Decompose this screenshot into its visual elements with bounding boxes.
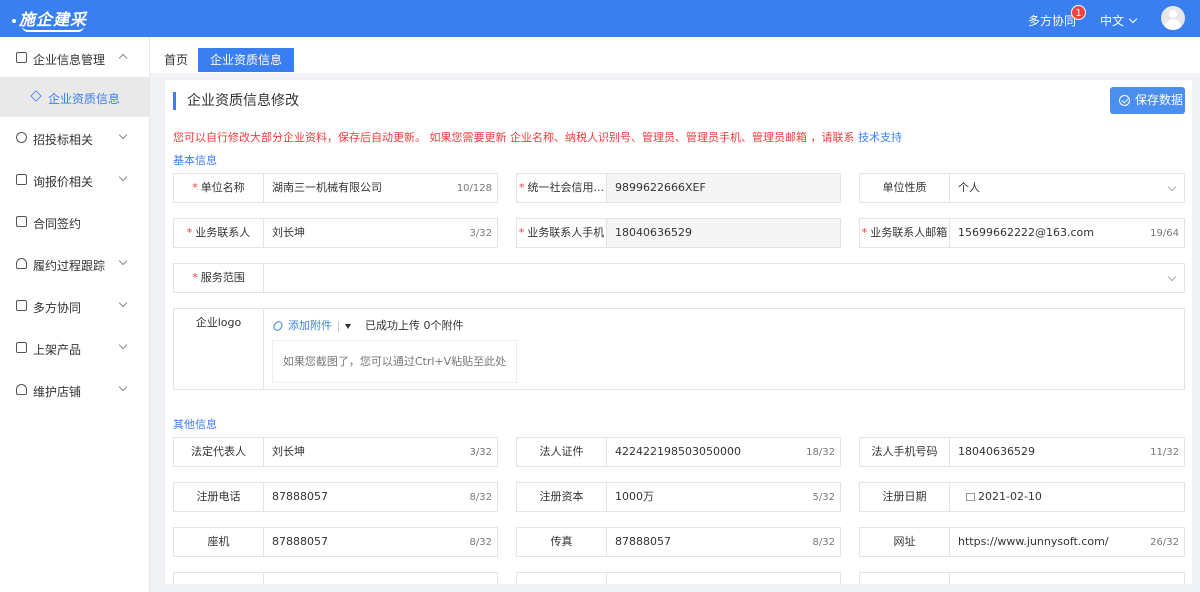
sidebar-item-shop[interactable]: 维护店铺	[0, 369, 150, 411]
partial-field[interactable]	[516, 572, 841, 584]
unit-type-select[interactable]: 单位性质 个人	[859, 173, 1185, 203]
caret-down-icon[interactable]	[345, 323, 351, 329]
page-title: 企业资质信息修改	[173, 92, 299, 110]
legal-rep-field[interactable]: 法定代表人 刘长坤 3/32	[173, 437, 498, 467]
quote-icon	[16, 174, 27, 185]
language-selector[interactable]: 中文	[1100, 12, 1138, 29]
tab-bar: 首页 企业资质信息	[150, 37, 1200, 73]
contact-email-field[interactable]: * 业务联系人邮箱 15699662222@163.com 19/64	[859, 218, 1185, 248]
add-attachment-button[interactable]: 添加附件	[288, 319, 332, 332]
reg-phone-field[interactable]: 注册电话 87888057 8/32	[173, 482, 498, 512]
user-avatar[interactable]	[1161, 6, 1185, 30]
landline-field[interactable]: 座机 87888057 8/32	[173, 527, 498, 557]
cube-icon	[30, 90, 42, 102]
chevron-down-icon	[118, 256, 128, 266]
sidebar-subitem-qualification[interactable]: 企业资质信息	[0, 77, 150, 117]
tab-home[interactable]: 首页	[152, 48, 200, 72]
sidebar-item-bidding[interactable]: 招投标相关	[0, 117, 150, 159]
save-button[interactable]: 保存数据	[1110, 87, 1185, 114]
legal-id-field[interactable]: 法人证件 422422198503050000 18/32	[516, 437, 841, 467]
chevron-down-icon	[1167, 272, 1177, 282]
user-icon	[16, 384, 27, 395]
paperclip-icon	[271, 319, 285, 333]
chevron-down-icon	[1167, 182, 1177, 192]
chevron-down-icon	[118, 298, 128, 308]
section-basic: 基本信息	[173, 154, 217, 167]
sidebar-item-collab[interactable]: 多方协同	[0, 285, 150, 327]
fax-field[interactable]: 传真 87888057 8/32	[516, 527, 841, 557]
sidebar-item-contract[interactable]: 合同签约	[0, 201, 150, 243]
sidebar-item-quotation[interactable]: 询报价相关	[0, 159, 150, 201]
upload-status: 已成功上传 0个附件	[365, 319, 464, 332]
upload-icon	[16, 342, 27, 353]
reg-date-picker[interactable]: 注册日期 2021-02-10	[859, 482, 1185, 512]
partial-field[interactable]	[173, 572, 498, 584]
chevron-down-icon	[118, 340, 128, 350]
main-card: 企业资质信息修改 保存数据 您可以自行修改大部分企业资料，保存后自动更新。 如果…	[165, 80, 1192, 584]
support-link[interactable]: 技术支持	[858, 131, 902, 144]
top-collab-link[interactable]: 多方协同	[1028, 12, 1076, 29]
app-logo[interactable]: 施企建采	[12, 6, 87, 32]
tab-qualification[interactable]: 企业资质信息	[198, 48, 295, 72]
chevron-down-icon	[118, 130, 128, 140]
chevron-down-icon	[118, 172, 128, 182]
contact-field[interactable]: * 业务联系人 刘长坤 3/32	[173, 218, 498, 248]
sidebar-item-tracking[interactable]: 履约过程跟踪	[0, 243, 150, 285]
contact-phone-field: * 业务联系人手机 18040636529	[516, 218, 841, 248]
target-icon	[16, 132, 27, 143]
calendar-icon	[966, 493, 975, 501]
chevron-down-icon	[1128, 14, 1138, 24]
legal-phone-field[interactable]: 法人手机号码 18040636529 11/32	[859, 437, 1185, 467]
section-other: 其他信息	[173, 418, 217, 431]
chevron-up-icon	[118, 53, 128, 63]
contract-icon	[16, 216, 27, 227]
user-icon	[16, 258, 27, 269]
check-circle-icon	[1119, 95, 1130, 106]
language-label: 中文	[1100, 14, 1125, 28]
notice-text: 您可以自行修改大部分企业资料，保存后自动更新。 如果您需要更新 企业名称、纳税人…	[173, 131, 902, 144]
top-bar: 施企建采 多方协同 1 中文	[0, 0, 1200, 37]
company-name-field[interactable]: * 单位名称 湖南三一机械有限公司 10/128	[173, 173, 498, 203]
folder-icon	[16, 52, 27, 63]
logo-upload-field: 企业logo 添加附件 已成功上传 0个附件 如果您截图了，您可以通过Ctrl+V…	[173, 308, 1185, 390]
paste-area[interactable]: 如果您截图了，您可以通过Ctrl+V粘贴至此处	[272, 340, 517, 383]
notification-badge: 1	[1071, 5, 1086, 20]
service-scope-select[interactable]: * 服务范围	[173, 263, 1185, 293]
chevron-down-icon	[118, 382, 128, 392]
reg-capital-field[interactable]: 注册资本 1000万 5/32	[516, 482, 841, 512]
website-field[interactable]: 网址 https://www.junnysoft.com/ 26/32	[859, 527, 1185, 557]
credit-code-field: * 统一社会信用... 9899622666XEF	[516, 173, 841, 203]
sidebar-item-products[interactable]: 上架产品	[0, 327, 150, 369]
eye-icon	[16, 300, 27, 311]
sidebar-item-company-info[interactable]: 企业信息管理	[0, 37, 150, 79]
sidebar: 企业信息管理 企业资质信息 招投标相关 询报价相关 合同签约 履约过程跟踪 多方…	[0, 37, 150, 592]
partial-field[interactable]	[859, 572, 1185, 584]
